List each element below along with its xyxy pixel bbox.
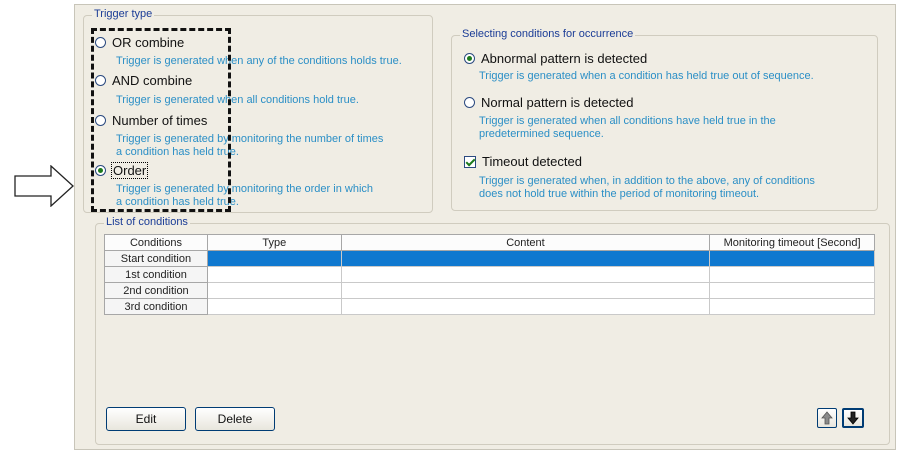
radio-number-of-times[interactable]	[95, 115, 106, 126]
option-timeout-detected[interactable]: Timeout detected	[464, 154, 582, 169]
move-down-button[interactable]	[842, 408, 864, 428]
occurrence-title: Selecting conditions for occurrence	[460, 28, 636, 40]
row-header[interactable]: 3rd condition	[104, 298, 208, 315]
radio-normal-pattern[interactable]	[464, 97, 475, 108]
column-header-monitoring-timeout[interactable]: Monitoring timeout [Second]	[709, 234, 875, 251]
table-row[interactable]: Start condition	[104, 250, 875, 267]
option-normal-pattern-desc: Trigger is generated when all conditions…	[479, 115, 776, 140]
option-and-combine-label: AND combine	[112, 73, 193, 88]
cell-timeout[interactable]	[709, 282, 875, 299]
move-up-button[interactable]	[817, 408, 837, 428]
cell-type[interactable]	[206, 298, 342, 315]
cell-timeout[interactable]	[709, 250, 875, 267]
cell-content[interactable]	[340, 266, 711, 283]
row-header[interactable]: Start condition	[104, 250, 208, 267]
option-order-desc: Trigger is generated by monitoring the o…	[116, 183, 374, 208]
cell-type[interactable]	[206, 266, 342, 283]
option-normal-pattern[interactable]: Normal pattern is detected	[464, 95, 633, 110]
row-header[interactable]: 1st condition	[104, 266, 208, 283]
edit-button[interactable]: Edit	[106, 407, 186, 431]
table-row[interactable]: 1st condition	[104, 266, 875, 283]
cell-type[interactable]	[206, 282, 342, 299]
column-header-content[interactable]: Content	[340, 234, 711, 251]
cell-type[interactable]	[206, 250, 342, 267]
option-abnormal-pattern-desc: Trigger is generated when a condition ha…	[479, 70, 814, 82]
trigger-type-title: Trigger type	[92, 8, 155, 20]
table-row[interactable]: 2nd condition	[104, 282, 875, 299]
callout-arrow-icon	[14, 165, 74, 207]
option-or-combine[interactable]: OR combine	[95, 35, 184, 50]
arrow-up-icon	[821, 411, 833, 425]
radio-abnormal-pattern[interactable]	[464, 53, 475, 64]
delete-button[interactable]: Delete	[195, 407, 275, 431]
checkbox-timeout-detected[interactable]	[464, 155, 476, 168]
table-row[interactable]: 3rd condition	[104, 298, 875, 315]
option-number-of-times-label: Number of times	[112, 113, 208, 128]
column-header-type[interactable]: Type	[206, 234, 342, 251]
option-or-combine-label: OR combine	[112, 35, 185, 50]
option-number-of-times[interactable]: Number of times	[95, 113, 207, 128]
cell-content[interactable]	[340, 250, 711, 267]
radio-or-combine[interactable]	[95, 37, 106, 48]
option-abnormal-pattern[interactable]: Abnormal pattern is detected	[464, 51, 647, 66]
option-order-label: Order	[110, 162, 149, 179]
option-or-combine-desc: Trigger is generated when any of the con…	[116, 55, 402, 67]
option-timeout-detected-label: Timeout detected	[482, 154, 582, 169]
option-order[interactable]: Order	[95, 162, 149, 179]
option-normal-pattern-label: Normal pattern is detected	[481, 95, 634, 110]
cell-timeout[interactable]	[709, 266, 875, 283]
row-header[interactable]: 2nd condition	[104, 282, 208, 299]
option-number-of-times-desc: Trigger is generated by monitoring the n…	[116, 133, 384, 158]
conditions-table[interactable]: Conditions Type Content Monitoring timeo…	[104, 234, 875, 315]
option-and-combine-desc: Trigger is generated when all conditions…	[116, 94, 359, 106]
radio-and-combine[interactable]	[95, 75, 106, 86]
radio-order[interactable]	[95, 165, 106, 176]
cell-content[interactable]	[340, 282, 711, 299]
option-abnormal-pattern-label: Abnormal pattern is detected	[481, 51, 648, 66]
column-header-conditions[interactable]: Conditions	[104, 234, 208, 251]
cell-timeout[interactable]	[709, 298, 875, 315]
arrow-down-icon	[847, 411, 859, 425]
option-timeout-detected-desc: Trigger is generated when, in addition t…	[479, 175, 815, 200]
option-and-combine[interactable]: AND combine	[95, 73, 192, 88]
cell-content[interactable]	[340, 298, 711, 315]
conditions-title: List of conditions	[104, 216, 190, 228]
